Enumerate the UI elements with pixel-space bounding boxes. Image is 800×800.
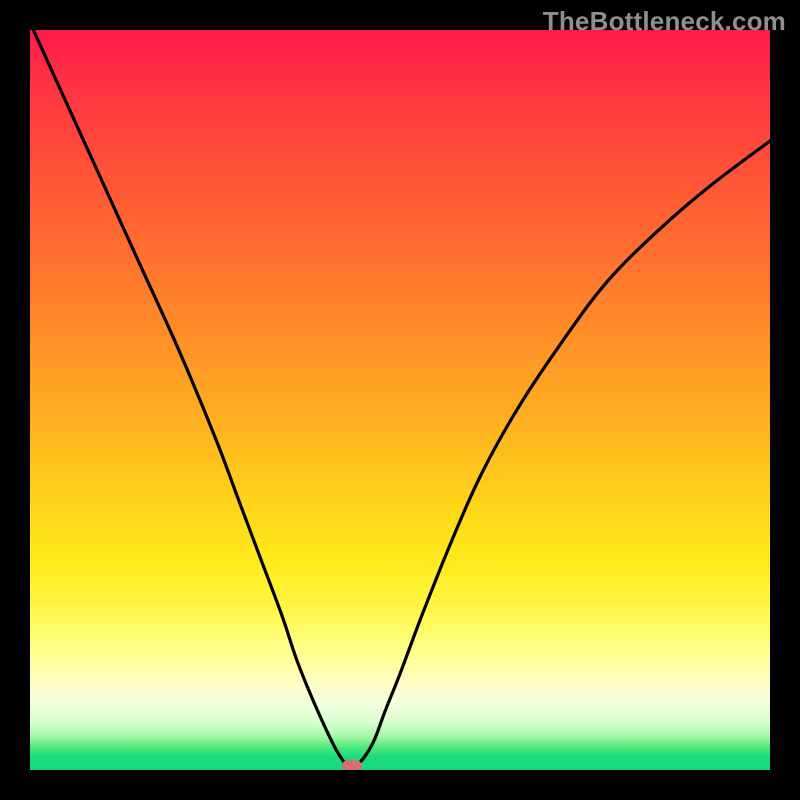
- chart-frame: TheBottleneck.com: [0, 0, 800, 800]
- plot-area: [30, 30, 770, 770]
- optimum-marker: [342, 760, 362, 770]
- bottleneck-curve: [30, 30, 770, 770]
- watermark-text: TheBottleneck.com: [543, 6, 786, 37]
